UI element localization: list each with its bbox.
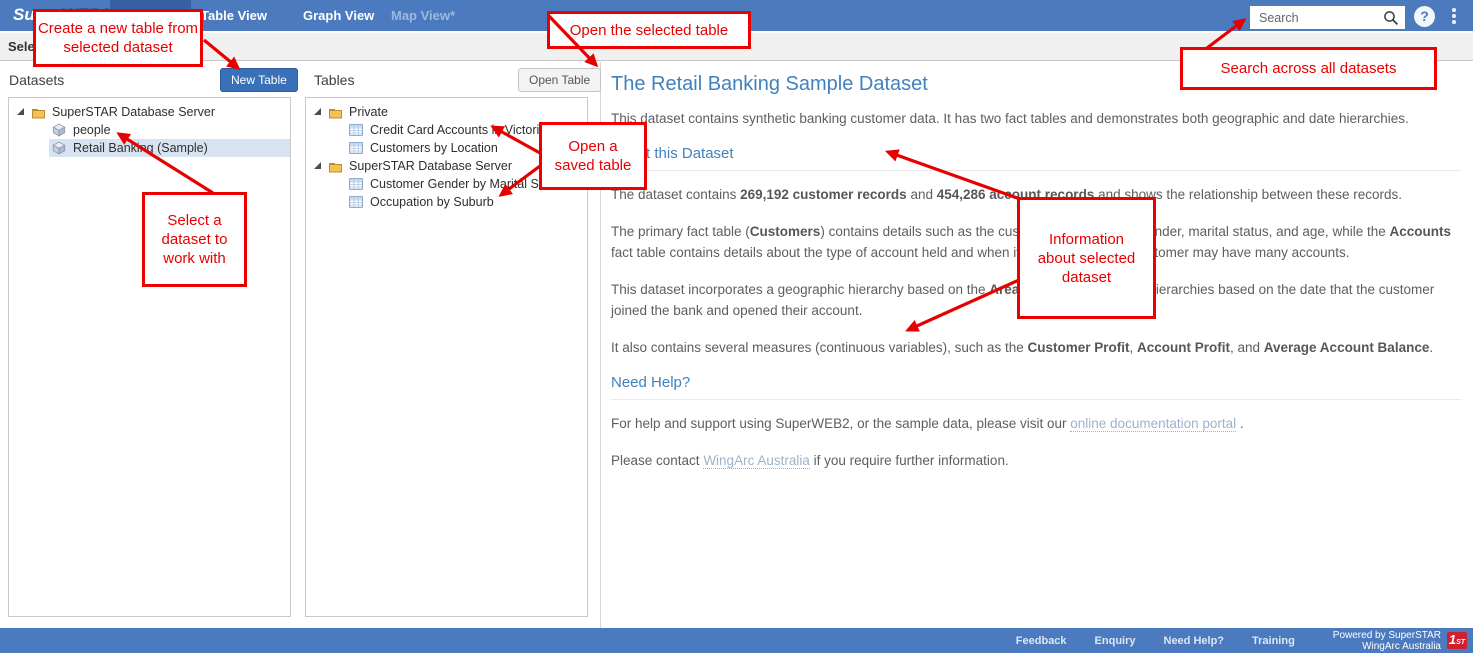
tree-item-body[interactable]: Occupation by Suburb <box>346 193 587 211</box>
dataset-icon <box>52 123 68 137</box>
dataset-info-panel: The Retail Banking Sample Dataset This d… <box>601 62 1473 628</box>
dataset-icon <box>52 141 68 155</box>
expander-spacer <box>38 126 45 133</box>
table-icon <box>349 178 365 190</box>
dataset-intro: This dataset contains synthetic banking … <box>611 108 1461 129</box>
tree-item-body[interactable]: SuperSTAR Database Server <box>28 103 290 121</box>
tree-item-body[interactable]: Retail Banking (Sample) <box>49 139 290 157</box>
paragraph-contact: Please contact WingArc Australia if you … <box>611 450 1461 471</box>
expander-spacer <box>335 126 342 133</box>
tree-item-label: SuperSTAR Database Server <box>349 159 518 173</box>
folder-icon <box>328 106 344 119</box>
paragraph-measures: It also contains several measures (conti… <box>611 337 1461 358</box>
tree-item-label: Customers by Location <box>370 141 504 155</box>
footer-link-feedback[interactable]: Feedback <box>1016 635 1067 647</box>
superweb2-app: SuperWEB2 Table View Graph View Map View… <box>0 0 1473 653</box>
overflow-menu-icon[interactable] <box>1452 8 1456 26</box>
tree-item[interactable]: SuperSTAR Database Server <box>9 103 290 121</box>
tree-item[interactable]: Retail Banking (Sample) <box>9 139 290 157</box>
tree-item[interactable]: Occupation by Suburb <box>306 193 587 211</box>
new-table-button[interactable]: New Table <box>220 68 298 92</box>
datasets-panel-title: Datasets <box>9 72 64 88</box>
search-input[interactable] <box>1251 7 1404 28</box>
folder-icon <box>31 106 47 119</box>
nav-table-view[interactable]: Table View <box>201 8 267 23</box>
footer-link-enquiry[interactable]: Enquiry <box>1095 635 1136 647</box>
table-icon <box>349 124 365 136</box>
tables-panel-title: Tables <box>314 72 354 88</box>
folder-icon <box>328 160 344 173</box>
expander-spacer <box>38 144 45 151</box>
footer-link-need-help[interactable]: Need Help? <box>1164 635 1225 647</box>
need-help-heading[interactable]: Need Help? <box>611 374 1461 400</box>
annotation-dataset-info: Information about selected dataset <box>1017 197 1156 319</box>
tree-item-body[interactable]: Private <box>325 103 587 121</box>
expand-toggle-icon[interactable] <box>314 162 321 169</box>
tree-item-label: Credit Card Accounts in Victoria <box>370 123 552 137</box>
help-icon[interactable]: ? <box>1414 6 1435 27</box>
search-icon[interactable] <box>1383 10 1399 26</box>
about-heading[interactable]: About this Dataset <box>611 145 1461 171</box>
footer-link-training[interactable]: Training <box>1252 635 1295 647</box>
expand-toggle-icon[interactable] <box>314 108 321 115</box>
tree-item-label: SuperSTAR Database Server <box>52 105 221 119</box>
datasets-tree: SuperSTAR Database Server people Retail Ba… <box>8 97 291 617</box>
main-area: Datasets New Table SuperSTAR Database Se… <box>0 62 1473 628</box>
inline-link[interactable]: WingArc Australia <box>703 453 810 469</box>
global-search <box>1250 6 1405 29</box>
annotation-create-table: Create a new table from selected dataset <box>33 9 203 67</box>
superstar-logo-icon: 1ST <box>1447 632 1467 649</box>
nav-map-view[interactable]: Map View* <box>391 8 455 23</box>
expand-toggle-icon[interactable] <box>17 108 24 115</box>
expander-spacer <box>335 198 342 205</box>
footer-bar: Feedback Enquiry Need Help? Training Pow… <box>0 628 1473 653</box>
annotation-open-selected-table: Open the selected table <box>547 11 751 49</box>
expander-spacer <box>335 144 342 151</box>
tree-item-label: people <box>73 123 117 137</box>
tree-item[interactable]: Private <box>306 103 587 121</box>
tree-item-label: Private <box>349 105 394 119</box>
powered-by-text: Powered by SuperSTARWingArc Australia <box>1333 630 1441 652</box>
open-table-button[interactable]: Open Table <box>518 68 601 92</box>
table-icon <box>349 142 365 154</box>
tree-item[interactable]: people <box>9 121 290 139</box>
tree-item-body[interactable]: people <box>49 121 290 139</box>
nav-graph-view[interactable]: Graph View <box>303 8 374 23</box>
inline-link[interactable]: online documentation portal <box>1070 416 1236 432</box>
table-icon <box>349 196 365 208</box>
paragraph-help: For help and support using SuperWEB2, or… <box>611 413 1461 434</box>
tree-item-label: Occupation by Suburb <box>370 195 500 209</box>
annotation-select-dataset: Select a dataset to work with <box>142 192 247 287</box>
annotation-search-datasets: Search across all datasets <box>1180 47 1437 90</box>
tree-item-label: Retail Banking (Sample) <box>73 141 214 155</box>
annotation-open-saved-table: Open a saved table <box>539 122 647 190</box>
expander-spacer <box>335 180 342 187</box>
